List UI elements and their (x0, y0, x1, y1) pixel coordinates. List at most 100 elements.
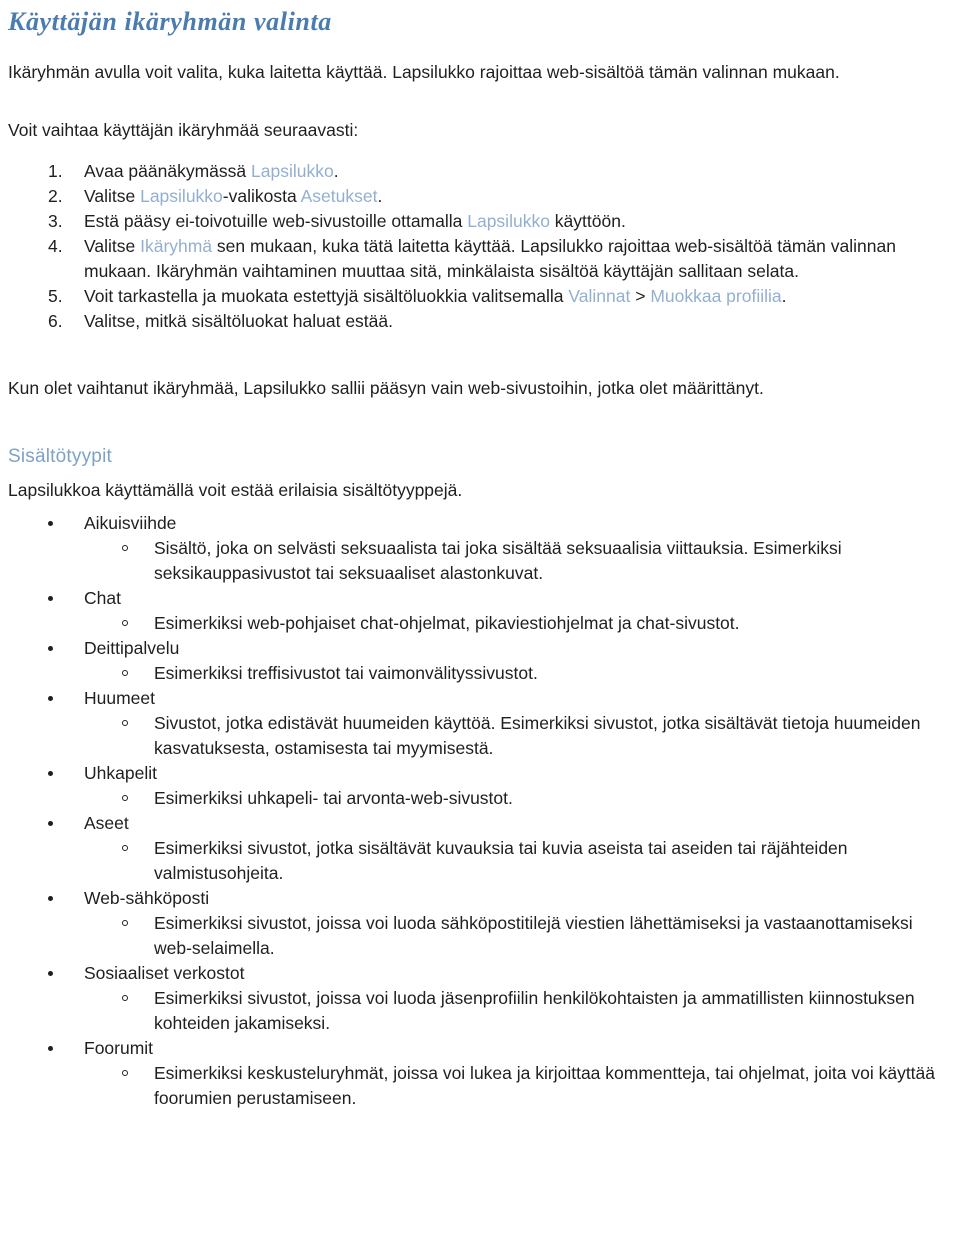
sub-bullet-circle-icon (122, 995, 128, 1001)
intro-paragraph: Ikäryhmän avulla voit valita, kuka laite… (8, 62, 840, 82)
content-type-item: Chat Esimerkiksi web-pohjaiset chat-ohjel… (6, 586, 942, 636)
content-type-detail-item: Esimerkiksi treffisivustot tai vaimonväl… (84, 661, 942, 686)
step-number: 4. (48, 236, 63, 256)
content-type-detail-list: Esimerkiksi sivustot, joissa voi luoda s… (84, 911, 942, 961)
content-type-item: Uhkapelit Esimerkiksi uhkapeli- tai arvon… (6, 761, 942, 811)
bullet-icon (48, 971, 53, 976)
step-list-item: 1. Avaa päänäkymässä Lapsilukko. (6, 159, 942, 184)
bullet-icon (48, 896, 53, 901)
step-number: 5. (48, 286, 63, 306)
content-type-label: Foorumit (84, 1038, 154, 1058)
content-type-item: Sosiaaliset verkostot Esimerkiksi sivusto… (6, 961, 942, 1036)
bullet-icon (48, 1046, 53, 1051)
content-type-detail-item: Esimerkiksi uhkapeli- tai arvonta-web-si… (84, 786, 942, 811)
step-list-item: 5. Voit tarkastella ja muokata estettyjä … (6, 284, 942, 309)
content-type-label: Deittipalvelu (84, 638, 180, 658)
step-text: . (377, 186, 383, 206)
content-type-item: Aseet Esimerkiksi sivustot, jotka sisältä… (6, 811, 942, 886)
content-type-detail-list: Esimerkiksi keskusteluryhmät, joissa voi… (84, 1061, 942, 1111)
content-type-item: Web-sähköposti Esimerkiksi sivustot, jois… (6, 886, 942, 961)
step-list-item: 6. Valitse, mitkä sisältöluokat haluat es… (6, 309, 942, 334)
content-type-item: Foorumit Esimerkiksi keskusteluryhmät, jo… (6, 1036, 942, 1111)
content-type-label: Web-sähköposti (84, 888, 210, 908)
content-type-label: Sosiaaliset verkostot (84, 963, 245, 983)
content-type-detail-item: Esimerkiksi sivustot, jotka sisältävät k… (84, 836, 942, 886)
step-number: 3. (48, 211, 63, 231)
step-text: . (781, 286, 787, 306)
content-type-detail-item: Esimerkiksi keskusteluryhmät, joissa voi… (84, 1061, 942, 1111)
step-list-item: 4. Valitse Ikäryhmä sen mukaan, kuka tätä… (6, 234, 942, 284)
content-type-detail-text: Esimerkiksi keskusteluryhmät, joissa voi… (154, 1063, 936, 1108)
sub-bullet-circle-icon (122, 670, 128, 676)
step-text: > (630, 286, 651, 306)
bullet-icon (48, 821, 53, 826)
step-text: Estä pääsy ei-toivotuille web-sivustoill… (84, 211, 468, 231)
highlighted-term: Valinnat (568, 286, 631, 306)
sub-bullet-circle-icon (122, 545, 128, 551)
content-type-detail-item: Esimerkiksi web-pohjaiset chat-ohjelmat,… (84, 611, 942, 636)
content-type-detail-text: Esimerkiksi treffisivustot tai vaimonväl… (154, 663, 538, 683)
content-type-detail-text: Sisältö, joka on selvästi seksuaalista t… (154, 538, 842, 583)
content-type-detail-item: Sivustot, jotka edistävät huumeiden käyt… (84, 711, 942, 761)
sub-bullet-circle-icon (122, 795, 128, 801)
content-type-detail-item: Esimerkiksi sivustot, joissa voi luoda j… (84, 986, 942, 1036)
sub-bullet-circle-icon (122, 845, 128, 851)
step-list-item: 3. Estä pääsy ei-toivotuille web-sivustoi… (6, 209, 942, 234)
content-type-detail-list: Esimerkiksi sivustot, jotka sisältävät k… (84, 836, 942, 886)
content-type-item: Aikuisviihde Sisältö, joka on selvästi se… (6, 511, 942, 586)
content-type-detail-list: Sisältö, joka on selvästi seksuaalista t… (84, 536, 942, 586)
highlighted-term: Lapsilukko (140, 186, 223, 206)
content-type-label: Aseet (84, 813, 129, 833)
bullet-icon (48, 646, 53, 651)
content-type-item: Deittipalvelu Esimerkiksi treffisivustot … (6, 636, 942, 686)
sub-bullet-circle-icon (122, 920, 128, 926)
document-page: Käyttäjän ikäryhmän valinta Ikäryhmän av… (0, 6, 960, 1111)
content-type-detail-text: Esimerkiksi sivustot, joissa voi luoda j… (154, 988, 915, 1033)
content-type-detail-text: Esimerkiksi uhkapeli- tai arvonta-web-si… (154, 788, 513, 808)
content-type-item: Huumeet Sivustot, jotka edistävät huumeid… (6, 686, 942, 761)
content-type-detail-item: Esimerkiksi sivustot, joissa voi luoda s… (84, 911, 942, 961)
content-types-list: Aikuisviihde Sisältö, joka on selvästi se… (6, 511, 942, 1111)
content-type-detail-text: Esimerkiksi sivustot, jotka sisältävät k… (154, 838, 848, 883)
content-type-detail-list: Esimerkiksi treffisivustot tai vaimonväl… (84, 661, 942, 686)
sub-bullet-circle-icon (122, 1070, 128, 1076)
step-text: Avaa päänäkymässä (84, 161, 252, 181)
highlighted-term: Ikäryhmä (140, 236, 213, 256)
step-list-item: 2. Valitse Lapsilukko-valikosta Asetukset… (6, 184, 942, 209)
step-text: käyttöön. (549, 211, 626, 231)
content-type-label: Uhkapelit (84, 763, 157, 783)
highlighted-term: Muokkaa profiilia (650, 286, 782, 306)
step-text: . (333, 161, 339, 181)
content-type-detail-text: Sivustot, jotka edistävät huumeiden käyt… (154, 713, 921, 758)
content-type-detail-item: Sisältö, joka on selvästi seksuaalista t… (84, 536, 942, 586)
bullet-icon (48, 696, 53, 701)
step-number: 6. (48, 311, 63, 331)
content-types-intro: Lapsilukkoa käyttämällä voit estää erila… (8, 480, 463, 500)
page-title: Käyttäjän ikäryhmän valinta (8, 7, 332, 36)
section-heading-content-types: Sisältötyypit (8, 446, 112, 467)
content-type-detail-text: Esimerkiksi sivustot, joissa voi luoda s… (154, 913, 913, 958)
step-text: -valikosta (222, 186, 301, 206)
step-number: 1. (48, 161, 63, 181)
after-list-paragraph: Kun olet vaihtanut ikäryhmää, Lapsilukko… (8, 378, 764, 398)
content-type-detail-text: Esimerkiksi web-pohjaiset chat-ohjelmat,… (154, 613, 740, 633)
content-type-detail-list: Sivustot, jotka edistävät huumeiden käyt… (84, 711, 942, 761)
content-type-detail-list: Esimerkiksi web-pohjaiset chat-ohjelmat,… (84, 611, 942, 636)
highlighted-term: Lapsilukko (467, 211, 550, 231)
sub-bullet-circle-icon (122, 720, 128, 726)
content-type-label: Chat (84, 588, 121, 608)
content-type-label: Aikuisviihde (84, 513, 177, 533)
sub-bullet-circle-icon (122, 620, 128, 626)
bullet-icon (48, 521, 53, 526)
bullet-icon (48, 771, 53, 776)
highlighted-term: Lapsilukko (251, 161, 334, 181)
step-text: Valitse, mitkä sisältöluokat haluat estä… (84, 311, 394, 331)
steps-list: 1. Avaa päänäkymässä Lapsilukko. 2. Valitse… (6, 159, 942, 334)
highlighted-term: Asetukset (300, 186, 378, 206)
step-text: Valitse (84, 186, 141, 206)
content-type-detail-list: Esimerkiksi sivustot, joissa voi luoda j… (84, 986, 942, 1036)
content-type-label: Huumeet (84, 688, 156, 708)
content-type-detail-list: Esimerkiksi uhkapeli- tai arvonta-web-si… (84, 786, 942, 811)
step-number: 2. (48, 186, 63, 206)
step-text: Valitse (84, 236, 141, 256)
